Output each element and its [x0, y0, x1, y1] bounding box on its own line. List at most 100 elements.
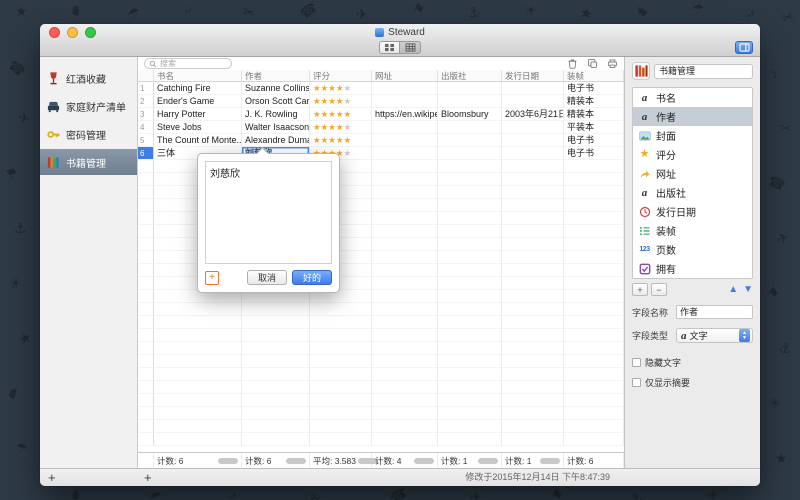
field-item[interactable]: a书名 — [633, 88, 752, 107]
cell-author[interactable]: Suzanne Collins — [242, 82, 310, 95]
minimize-button[interactable] — [67, 27, 78, 38]
zoom-button[interactable] — [85, 27, 96, 38]
field-item[interactable]: 网址 — [633, 164, 752, 183]
row-number[interactable]: 6 — [138, 147, 154, 160]
cell-url[interactable] — [372, 95, 438, 108]
column-header[interactable]: 发行日期 — [502, 70, 564, 81]
move-field-down-button[interactable]: ▼ — [743, 284, 753, 296]
cell-date[interactable] — [502, 134, 564, 147]
summary-scroller[interactable] — [218, 458, 238, 464]
column-header[interactable]: 网址 — [372, 70, 438, 81]
field-item[interactable]: 123页数 — [633, 240, 752, 259]
field-item[interactable]: 封面 — [633, 126, 752, 145]
cell-rating[interactable]: ★★★★★ — [310, 108, 372, 121]
cell-date[interactable] — [502, 121, 564, 134]
field-item[interactable]: 发行日期 — [633, 202, 752, 221]
column-header[interactable]: 书名 — [154, 70, 242, 81]
gallery-view-button[interactable] — [379, 41, 400, 54]
cell-publisher[interactable] — [438, 134, 502, 147]
cell-date[interactable]: 2003年6月21日 — [502, 108, 564, 121]
column-summary[interactable]: 平均: 3.583 — [310, 453, 372, 468]
cell-title[interactable]: Harry Potter — [154, 108, 242, 121]
column-header[interactable]: 评分 — [310, 70, 372, 81]
sidebar-item-key[interactable]: 密码管理 — [40, 121, 137, 147]
cell-title[interactable]: Steve Jobs — [154, 121, 242, 134]
add-record-button[interactable]: + — [144, 469, 152, 486]
field-type-select[interactable]: a 文字 ▲▼ — [676, 328, 753, 343]
column-summary[interactable]: 计数: 6 — [564, 453, 624, 468]
search-field[interactable]: 搜索 — [144, 58, 232, 69]
field-name-input[interactable]: 作者 — [676, 305, 753, 319]
add-collection-button[interactable]: + — [48, 469, 56, 486]
titlebar[interactable]: Steward — [40, 24, 760, 41]
cell-binding[interactable]: 电子书 — [564, 82, 624, 95]
cell-binding[interactable]: 电子书 — [564, 134, 624, 147]
column-summary[interactable]: 计数: 6 — [242, 453, 310, 468]
sidebar-item-bookshelf[interactable]: 书籍管理 — [40, 149, 137, 175]
table-view-button[interactable] — [400, 41, 421, 54]
cell-publisher[interactable] — [438, 121, 502, 134]
cell-binding[interactable]: 精装本 — [564, 108, 624, 121]
cell-author[interactable]: Walter Isaacson — [242, 121, 310, 134]
cell-title[interactable]: The Count of Monte... — [154, 134, 242, 147]
sidebar-item-wine-glass[interactable]: 红酒收藏 — [40, 65, 137, 91]
row-number[interactable]: 2 — [138, 95, 154, 108]
cell-url[interactable] — [372, 147, 438, 160]
delete-record-button[interactable] — [567, 58, 578, 69]
field-item[interactable]: 拥有 — [633, 259, 752, 278]
cancel-button[interactable]: 取消 — [247, 270, 287, 285]
row-number[interactable]: 3 — [138, 108, 154, 121]
column-header[interactable]: 作者 — [242, 70, 310, 81]
cell-url[interactable]: https://en.wikipedia.... — [372, 108, 438, 121]
cell-author[interactable]: Alexandre Dumas, Au... — [242, 134, 310, 147]
cell-url[interactable] — [372, 82, 438, 95]
column-summary[interactable]: 计数: 6 — [154, 453, 242, 468]
row-number[interactable]: 4 — [138, 121, 154, 134]
cell-binding[interactable]: 电子书 — [564, 147, 624, 160]
cell-url[interactable] — [372, 121, 438, 134]
cell-publisher[interactable] — [438, 147, 502, 160]
summary-scroller[interactable] — [414, 458, 434, 464]
field-item[interactable]: a作者 — [633, 107, 752, 126]
field-item[interactable]: 装帧 — [633, 221, 752, 240]
column-header[interactable]: 装帧 — [564, 70, 624, 81]
cell-date[interactable] — [502, 147, 564, 160]
hide-text-checkbox[interactable] — [632, 358, 641, 367]
field-item[interactable]: a出版社 — [633, 183, 752, 202]
cell-title[interactable]: Catching Fire — [154, 82, 242, 95]
cell-publisher[interactable]: Bloomsbury — [438, 108, 502, 121]
field-item[interactable]: ★评分 — [633, 145, 752, 164]
column-header[interactable]: 出版社 — [438, 70, 502, 81]
summary-scroller[interactable] — [286, 458, 306, 464]
cell-author[interactable]: J. K. Rowling — [242, 108, 310, 121]
ok-button[interactable]: 好的 — [292, 270, 332, 285]
cell-publisher[interactable] — [438, 82, 502, 95]
add-field-button[interactable]: + — [632, 283, 648, 296]
print-button[interactable] — [607, 58, 618, 69]
column-summary[interactable]: 计数: 4 — [372, 453, 438, 468]
column-summary[interactable]: 计数: 1 — [502, 453, 564, 468]
close-button[interactable] — [49, 27, 60, 38]
summary-only-checkbox[interactable] — [632, 378, 641, 387]
cell-rating[interactable]: ★★★★★ — [310, 82, 372, 95]
add-line-button[interactable]: + — [205, 271, 219, 285]
move-field-up-button[interactable]: ▲ — [728, 284, 738, 296]
cell-author[interactable]: Orson Scott Card — [242, 95, 310, 108]
cell-binding[interactable]: 精装本 — [564, 95, 624, 108]
collection-name-input[interactable]: 书籍管理 — [654, 64, 753, 79]
cell-edit-textarea[interactable]: 刘慈欣 — [205, 161, 332, 264]
row-number[interactable]: 5 — [138, 134, 154, 147]
summary-scroller[interactable] — [540, 458, 560, 464]
cell-url[interactable] — [372, 134, 438, 147]
cell-rating[interactable]: ★★★★★ — [310, 95, 372, 108]
column-summary[interactable]: 计数: 1 — [438, 453, 502, 468]
cell-binding[interactable]: 平装本 — [564, 121, 624, 134]
edit-fields-button[interactable] — [735, 41, 753, 54]
cell-date[interactable] — [502, 82, 564, 95]
cell-date[interactable] — [502, 95, 564, 108]
row-number[interactable]: 1 — [138, 82, 154, 95]
cell-title[interactable]: Ender's Game — [154, 95, 242, 108]
cell-publisher[interactable] — [438, 95, 502, 108]
cell-rating[interactable]: ★★★★★ — [310, 134, 372, 147]
duplicate-record-button[interactable] — [587, 58, 598, 69]
